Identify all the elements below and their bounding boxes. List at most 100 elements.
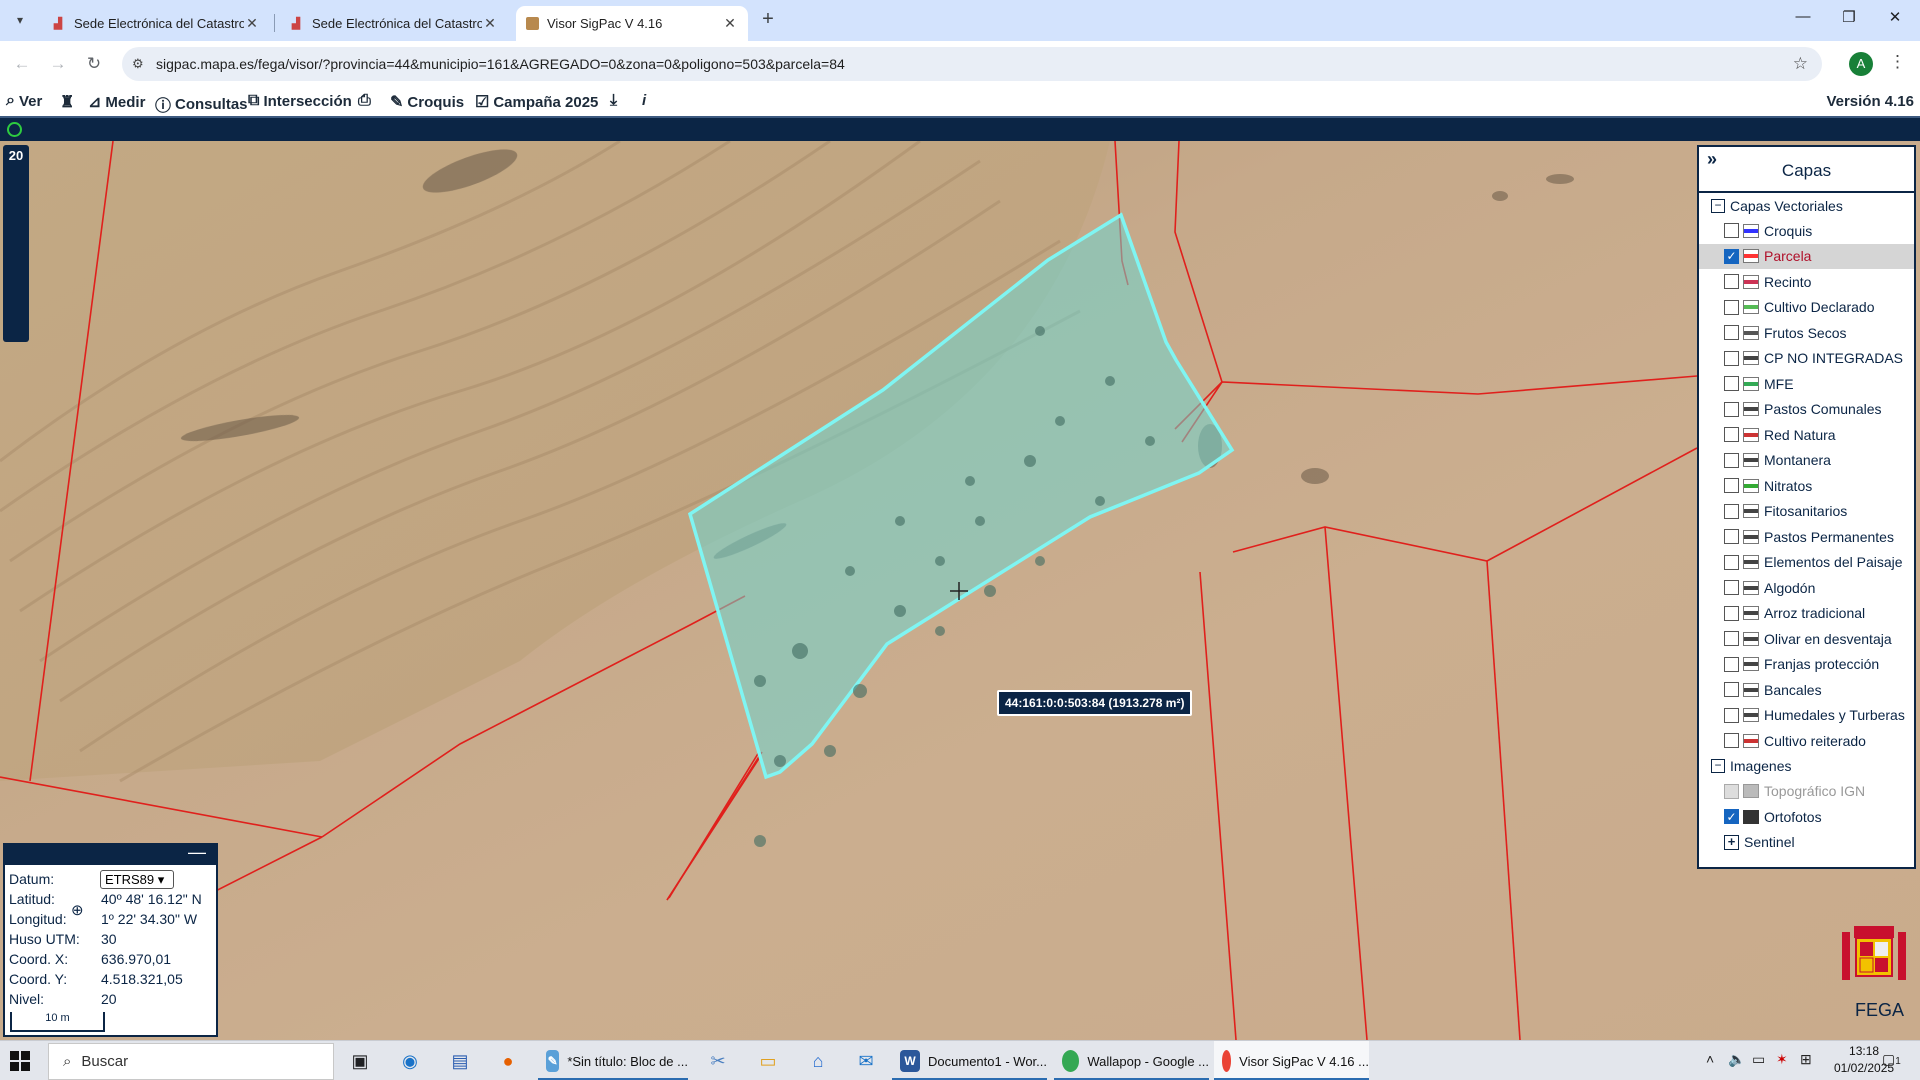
group-images[interactable]: − Imagenes: [1699, 754, 1914, 779]
layer-item[interactable]: Recinto: [1699, 269, 1914, 295]
zoom-level-bar[interactable]: 20: [3, 145, 29, 342]
menu-ver[interactable]: ⌕ Ver: [6, 92, 42, 110]
layer-checkbox[interactable]: [1724, 274, 1739, 290]
volume-icon[interactable]: 🔈: [1728, 1051, 1745, 1068]
layer-item[interactable]: Nitratos: [1699, 473, 1914, 499]
globe-icon[interactable]: ⊕: [71, 901, 84, 919]
layer-item[interactable]: ✓ Parcela: [1699, 243, 1914, 269]
layer-checkbox[interactable]: [1724, 733, 1739, 749]
layer-item[interactable]: Bancales: [1699, 677, 1914, 703]
site-info-icon[interactable]: ⚙: [132, 56, 144, 72]
close-tab-icon[interactable]: ✕: [244, 15, 260, 32]
security-icon[interactable]: ✶: [1776, 1051, 1788, 1068]
layer-checkbox[interactable]: [1724, 707, 1739, 723]
network-icon[interactable]: ▭: [1752, 1051, 1765, 1068]
layer-item[interactable]: Cultivo reiterado: [1699, 728, 1914, 754]
menu-info[interactable]: i: [642, 92, 646, 109]
layer-checkbox[interactable]: [1724, 401, 1739, 417]
address-bar[interactable]: ⚙ sigpac.mapa.es/fega/visor/?provincia=4…: [122, 47, 1822, 81]
taskbar-app-notepad[interactable]: ✎ *Sin título: Bloc de ...: [538, 1041, 688, 1080]
layer-checkbox[interactable]: [1724, 554, 1739, 570]
back-icon[interactable]: ←: [10, 52, 34, 76]
restore-icon[interactable]: ❐: [1826, 8, 1872, 32]
expand-icon[interactable]: +: [1724, 834, 1739, 850]
layer-item[interactable]: Croquis: [1699, 218, 1914, 244]
task-view-icon[interactable]: ▣: [346, 1047, 374, 1075]
reload-icon[interactable]: ↻: [82, 52, 106, 76]
home-icon[interactable]: ⌂: [804, 1047, 832, 1075]
close-tab-icon[interactable]: ✕: [482, 15, 498, 32]
edge-icon[interactable]: ◉: [396, 1047, 424, 1075]
layer-checkbox[interactable]: [1724, 452, 1739, 468]
minimize-panel-icon[interactable]: —: [188, 842, 206, 863]
collapse-group-icon[interactable]: −: [1711, 759, 1725, 773]
snipping-tool-icon[interactable]: ✂: [704, 1047, 732, 1075]
taskbar-app-wallapop[interactable]: Wallapop - Google ...: [1054, 1041, 1209, 1080]
firefox-icon[interactable]: ●: [494, 1047, 522, 1075]
store-icon[interactable]: ▤: [446, 1047, 474, 1075]
layer-checkbox[interactable]: [1724, 376, 1739, 392]
menu-campana[interactable]: ☑ Campaña 2025: [475, 92, 598, 112]
layer-item[interactable]: MFE: [1699, 371, 1914, 397]
layer-item[interactable]: Humedales y Turberas: [1699, 703, 1914, 729]
menu-consultas[interactable]: ⓘ Consultas: [155, 92, 248, 116]
layer-item[interactable]: Elementos del Paisaje: [1699, 550, 1914, 576]
layer-checkbox[interactable]: ✓: [1724, 809, 1739, 825]
layer-item[interactable]: Pastos Permanentes: [1699, 524, 1914, 550]
taskbar-search[interactable]: ⌕ Buscar: [48, 1043, 334, 1080]
menu-croquis[interactable]: ✎ Croquis: [390, 92, 464, 112]
layer-item[interactable]: Arroz tradicional: [1699, 601, 1914, 627]
menu-print[interactable]: ⎙: [358, 92, 375, 110]
windows-start-icon[interactable]: [10, 1051, 30, 1071]
menu-interseccion[interactable]: ⧉ Intersección: [248, 92, 352, 110]
layer-item[interactable]: Montanera: [1699, 448, 1914, 474]
taskbar-app-word[interactable]: W Documento1 - Wor...: [892, 1041, 1047, 1080]
layer-checkbox[interactable]: [1724, 580, 1739, 596]
layer-checkbox[interactable]: [1724, 427, 1739, 443]
layer-checkbox[interactable]: [1724, 299, 1739, 315]
layer-checkbox[interactable]: [1724, 656, 1739, 672]
layer-item[interactable]: Olivar en desventaja: [1699, 626, 1914, 652]
collapse-group-icon[interactable]: −: [1711, 198, 1725, 213]
layer-checkbox[interactable]: [1724, 783, 1739, 799]
layer-item[interactable]: Frutos Secos: [1699, 320, 1914, 346]
layer-checkbox[interactable]: [1724, 682, 1739, 698]
tab-catastro-2[interactable]: ▟ Sede Electrónica del Catastro ✕: [278, 6, 508, 41]
taskbar-app-sigpac[interactable]: Visor SigPac V 4.16 ...: [1214, 1041, 1369, 1080]
layer-topografico-ign[interactable]: Topográfico IGN: [1699, 779, 1914, 805]
layer-ortofotos[interactable]: ✓ Ortofotos: [1699, 804, 1914, 830]
browser-menu-icon[interactable]: ⋮: [1889, 52, 1906, 72]
close-tab-icon[interactable]: ✕: [722, 15, 738, 32]
layer-item[interactable]: Algodón: [1699, 575, 1914, 601]
layer-sentinel[interactable]: + Sentinel: [1699, 830, 1914, 856]
close-window-icon[interactable]: ✕: [1872, 8, 1918, 32]
layer-item[interactable]: Fitosanitarios: [1699, 499, 1914, 525]
layer-item[interactable]: Red Natura: [1699, 422, 1914, 448]
orthophoto-map[interactable]: [0, 141, 1920, 1040]
forward-icon[interactable]: →: [46, 52, 70, 76]
tray-chevron-icon[interactable]: ˄: [1706, 1051, 1714, 1067]
profile-avatar[interactable]: A: [1849, 52, 1873, 76]
menu-download[interactable]: ⤓: [610, 92, 621, 110]
layer-item[interactable]: Franjas protección: [1699, 652, 1914, 678]
mail-icon[interactable]: ✉: [852, 1047, 880, 1075]
tab-sigpac[interactable]: Visor SigPac V 4.16 ✕: [516, 6, 748, 41]
new-tab-button[interactable]: +: [757, 9, 779, 31]
language-icon[interactable]: ⊞: [1800, 1051, 1812, 1068]
layer-checkbox[interactable]: [1724, 605, 1739, 621]
layer-checkbox[interactable]: [1724, 350, 1739, 366]
file-explorer-icon[interactable]: ▭: [754, 1047, 782, 1075]
datum-select[interactable]: ETRS89 ▾: [100, 870, 174, 889]
minimize-icon[interactable]: —: [1780, 8, 1826, 32]
layer-item[interactable]: CP NO INTEGRADAS: [1699, 346, 1914, 372]
layer-checkbox[interactable]: [1724, 529, 1739, 545]
layer-checkbox[interactable]: [1724, 223, 1739, 239]
layer-item[interactable]: Cultivo Declarado: [1699, 295, 1914, 321]
layer-item[interactable]: Pastos Comunales: [1699, 397, 1914, 423]
layer-checkbox[interactable]: [1724, 325, 1739, 341]
layer-checkbox[interactable]: [1724, 631, 1739, 647]
group-vector-layers[interactable]: − Capas Vectoriales: [1699, 193, 1914, 218]
notifications-icon[interactable]: ▢1: [1882, 1051, 1901, 1068]
tab-search-dropdown-icon[interactable]: ▾: [8, 8, 32, 32]
url-text[interactable]: sigpac.mapa.es/fega/visor/?provincia=44&…: [156, 56, 845, 72]
